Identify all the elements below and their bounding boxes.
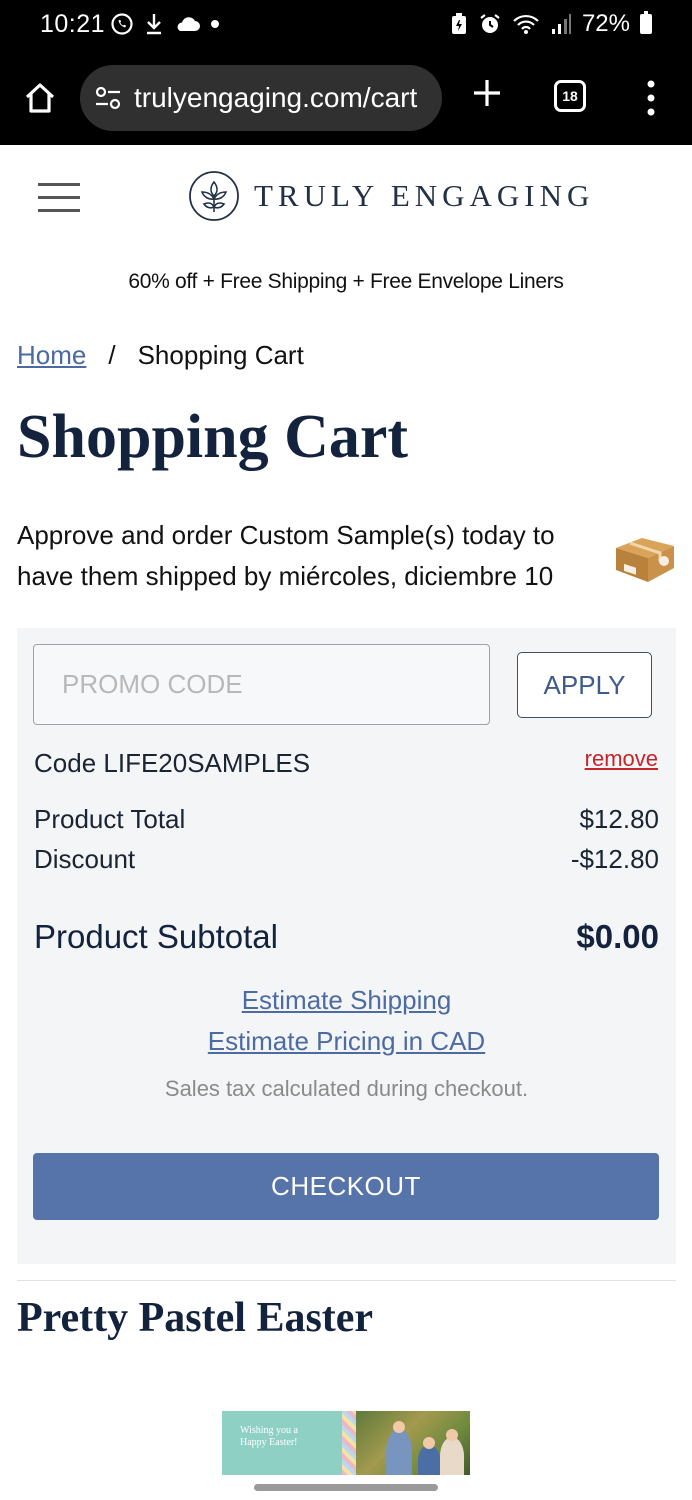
photo-person-head [446,1429,458,1441]
status-icons-left [110,12,220,36]
battery-percent: 72% [581,10,630,37]
page-title: Shopping Cart [17,403,409,471]
home-indicator[interactable] [254,1484,438,1491]
estimate-shipping-link[interactable]: Estimate Shipping [17,985,676,1016]
card-family-photo [356,1411,470,1475]
discount-value: -$12.80 [570,844,659,874]
tax-note: Sales tax calculated during checkout. [164,1076,529,1101]
product-total-row: Product Total $12.80 [34,804,659,835]
subtotal-row: Product Subtotal $0.00 [34,918,659,956]
shipping-note: Approve and order Custom Sample(s) today… [17,520,555,591]
home-icon[interactable] [22,80,58,116]
signal-icon [551,14,571,34]
easter-card-thumbnail[interactable]: Wishing you a Happy Easter! [222,1411,470,1475]
promo-code-input[interactable]: PROMO CODE [33,644,490,725]
applied-code-label: Code LIFE20SAMPLES [34,748,311,778]
more-menu-icon[interactable] [645,78,657,118]
breadcrumb-separator: / [108,340,116,370]
apply-button[interactable]: APPLY [517,652,652,718]
dot-icon [211,20,219,28]
cart-summary-panel: PROMO CODE APPLY Code LIFE20SAMPLES remo… [17,628,676,1264]
promo-banner[interactable]: 60% off + Free Shipping + Free Envelope … [0,270,692,294]
site-header: TRULY ENGAGING [0,146,692,256]
card-stripe [342,1411,356,1475]
card-greeting-line1: Wishing you a [240,1425,298,1436]
browser-toolbar: trulyengaging.com/cart 18 [0,50,692,145]
breadcrumb: Home / Shopping Cart [17,340,304,371]
battery-saver-icon [451,13,466,34]
remove-code-link[interactable]: remove [585,746,658,772]
logo-flower-icon [189,171,239,221]
site-logo[interactable]: TRULY ENGAGING [188,170,594,222]
discount-row: Discount -$12.80 [34,844,659,875]
photo-person [386,1429,412,1475]
alarm-icon [480,14,500,33]
battery-icon [640,11,652,34]
new-tab-icon[interactable] [470,76,504,110]
product-total-value: $12.80 [579,804,659,834]
download-icon [147,14,161,35]
tab-count: 18 [562,88,578,104]
status-time: 10:21 [40,10,106,38]
estimate-cad-link[interactable]: Estimate Pricing in CAD [17,1026,676,1057]
breadcrumb-home-link[interactable]: Home [17,340,86,371]
card-greeting-line2: Happy Easter! [240,1437,298,1448]
subtotal-label: Product Subtotal [34,918,278,955]
photo-person-head [393,1421,405,1433]
whatsapp-icon [111,13,133,35]
status-icons-right: 72% [450,10,652,38]
address-bar[interactable]: trulyengaging.com/cart [80,65,442,131]
checkout-button[interactable]: CHECKOUT [33,1153,659,1220]
discount-label: Discount [34,844,136,874]
photo-person [418,1445,440,1475]
status-bar: 10:21 72% [0,0,692,50]
site-settings-icon[interactable] [94,85,122,111]
breadcrumb-current: Shopping Cart [137,340,304,370]
product-total-label: Product Total [34,804,186,834]
section-title: Pretty Pastel Easter [17,1295,374,1341]
photo-person [440,1437,464,1475]
logo-text: TRULY ENGAGING [254,178,595,213]
tab-switcher-button[interactable]: 18 [554,80,586,112]
section-divider [17,1280,676,1281]
photo-person-head [423,1437,435,1449]
wifi-icon [513,14,539,34]
hamburger-menu-icon[interactable] [38,183,80,213]
subtotal-value: $0.00 [576,918,659,955]
cloud-icon [177,17,200,31]
shipping-box-icon [616,538,674,582]
url-text[interactable]: trulyengaging.com/cart [134,82,417,114]
card-greeting: Wishing you a Happy Easter! [222,1411,342,1475]
